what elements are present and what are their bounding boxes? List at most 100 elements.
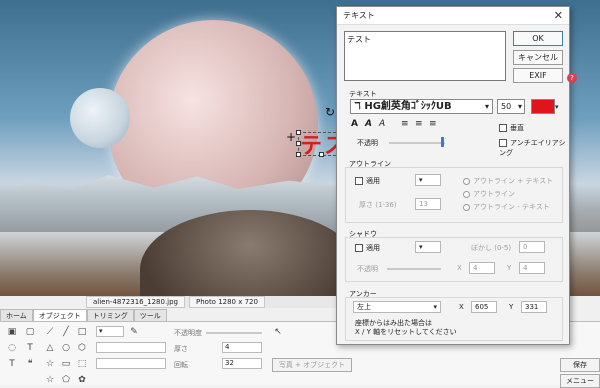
status-bar: alien-4872316_1280.jpg Photo 1280 x 720 <box>86 296 346 308</box>
rotation-label: 回転 <box>174 361 188 369</box>
outline-option-1: アウトライン + テキスト <box>473 177 554 185</box>
close-icon[interactable]: ✕ <box>554 7 563 25</box>
shadow-apply-checkbox[interactable]: 適用 <box>355 243 380 253</box>
outline-radio-3[interactable]: アウトライン - テキスト <box>463 202 550 212</box>
pentagon-icon[interactable]: ⬠ <box>60 374 72 386</box>
eyedropper-icon[interactable]: ✎ <box>128 326 140 338</box>
status-filename: alien-4872316_1280.jpg <box>86 296 185 308</box>
tab-home[interactable]: ホーム <box>0 309 33 321</box>
frame-icon[interactable]: ▢ <box>24 326 36 338</box>
shadow-color-select[interactable]: ▾ <box>415 241 441 253</box>
shadow-opacity-label: 不透明 <box>357 265 378 273</box>
tab-trimming[interactable]: トリミング <box>86 309 134 321</box>
status-photo-info: Photo 1280 x 720 <box>189 296 265 308</box>
italic-light-button[interactable]: A <box>379 119 385 129</box>
menu-button[interactable]: メニュー <box>560 374 600 388</box>
note-icon[interactable]: ▭ <box>60 358 72 370</box>
style-dropdown-2[interactable] <box>96 358 166 369</box>
blur-label: ぼかし (0-5) <box>471 244 512 252</box>
line-icon[interactable]: ╱ <box>60 326 72 338</box>
save-button[interactable]: 保存 <box>560 358 600 372</box>
font-size-value: 50 <box>501 102 512 111</box>
outline-apply-checkbox[interactable]: 適用 <box>355 176 380 186</box>
font-icon: ℸ <box>354 101 365 112</box>
exif-button[interactable]: EXIF <box>513 68 563 83</box>
outline-apply-label: 適用 <box>366 177 380 185</box>
cancel-button[interactable]: キャンセル <box>513 50 563 65</box>
text-icon[interactable]: T <box>24 342 36 354</box>
rect-icon[interactable]: □ <box>76 326 88 338</box>
text-opacity-label: 不透明 <box>357 139 378 147</box>
tab-object[interactable]: オブジェクト <box>32 309 87 321</box>
vertical-label: 垂直 <box>510 124 524 132</box>
crosshair-icon: + <box>286 130 297 144</box>
dialog-title-text: テキスト <box>343 11 375 20</box>
tab-tools[interactable]: ツール <box>133 309 167 321</box>
outline-radio-1[interactable]: アウトライン + テキスト <box>463 176 553 186</box>
anchor-y-input[interactable]: 331 <box>521 301 547 313</box>
line-select-icon[interactable]: ⟋ <box>44 326 56 338</box>
outline-option-3: アウトライン - テキスト <box>473 203 550 211</box>
ok-button[interactable]: OK <box>513 31 563 46</box>
cursor-icon[interactable]: ↖ <box>272 326 284 338</box>
resize-handle[interactable] <box>296 141 301 146</box>
quote-icon[interactable]: ❝ <box>24 358 36 370</box>
hexagon-icon[interactable]: ⬡ <box>76 342 88 354</box>
panel-tabs: ホーム オブジェクト トリミング ツール <box>0 309 167 321</box>
triangle-icon[interactable]: △ <box>44 342 56 354</box>
anchor-x-input[interactable]: 605 <box>471 301 497 313</box>
speech-icon[interactable]: ◌ <box>6 342 18 354</box>
align-left-icon[interactable]: ≡ <box>401 119 409 129</box>
anchor-select[interactable]: 左上 ▾ <box>353 301 441 313</box>
outline-radio-2[interactable]: アウトライン <box>463 189 515 199</box>
help-icon[interactable]: ? <box>567 73 577 83</box>
outline-color-select[interactable]: ▾ <box>415 174 441 186</box>
flower-icon[interactable]: ✿ <box>76 374 88 386</box>
shadow-opacity-slider[interactable] <box>387 268 441 270</box>
blur-input[interactable]: 0 <box>519 241 545 253</box>
shadow-apply-label: 適用 <box>366 244 380 252</box>
anchor-note: 座標からはみ出た場合は X / Y 軸をリセットしてください <box>355 319 457 336</box>
anchor-x-label: X <box>459 303 464 311</box>
text-input[interactable]: テスト <box>344 31 506 81</box>
shadow-x-label: X <box>457 264 462 272</box>
opacity-slider[interactable] <box>206 332 262 334</box>
vertical-checkbox[interactable]: 垂直 <box>499 123 524 133</box>
image-icon[interactable]: ▣ <box>6 326 18 338</box>
antialias-checkbox[interactable]: アンチエイリアシング <box>499 138 569 158</box>
resize-handle[interactable] <box>319 152 324 157</box>
star-outline-icon[interactable]: ☆ <box>44 374 56 386</box>
align-center-icon[interactable]: ≡ <box>415 119 423 129</box>
rotation-input[interactable]: 32 <box>222 358 262 369</box>
color-dropdown-icon[interactable]: ▾ <box>555 103 559 111</box>
circle-icon[interactable]: ○ <box>60 342 72 354</box>
shadow-y-label: Y <box>507 264 512 272</box>
font-size-select[interactable]: 50 ▾ <box>497 99 525 114</box>
text-opacity-slider[interactable] <box>389 142 445 144</box>
resize-handle[interactable] <box>296 130 301 135</box>
italic-button[interactable]: A <box>365 119 372 129</box>
text-opacity-thumb[interactable] <box>441 137 444 147</box>
color-dropdown[interactable]: ▾ <box>96 326 124 337</box>
outline-thickness-label: 厚さ (1-36) <box>359 201 397 209</box>
thickness-input[interactable]: 4 <box>222 342 262 353</box>
rotate-handle-icon[interactable]: ↻ <box>325 105 335 119</box>
shadow-y-input[interactable]: 4 <box>519 262 545 274</box>
align-right-icon[interactable]: ≡ <box>429 119 437 129</box>
style-dropdown[interactable] <box>96 342 166 353</box>
text-dialog: テキスト ✕ テスト OK キャンセル EXIF ? テキスト ℸ HG創英角ｺ… <box>336 6 577 345</box>
antialias-label: アンチエイリアシング <box>499 139 566 157</box>
vertical-text-icon[interactable]: T <box>6 358 18 370</box>
anchor-y-label: Y <box>509 303 514 311</box>
planet-small <box>70 88 130 148</box>
chevron-down-icon: ▾ <box>484 102 489 111</box>
star-icon[interactable]: ☆ <box>44 358 56 370</box>
shadow-x-input[interactable]: 4 <box>469 262 495 274</box>
font-select[interactable]: ℸ HG創英角ｺﾞｼｯｸUB ▾ <box>350 99 493 114</box>
bold-button[interactable]: A <box>351 119 358 129</box>
photo-object-button[interactable]: 写真 + オブジェクト <box>272 358 352 372</box>
resize-handle[interactable] <box>296 152 301 157</box>
dotted-rect-icon[interactable]: ⬚ <box>76 358 88 370</box>
outline-thickness-input[interactable]: 13 <box>415 198 441 210</box>
text-color-swatch[interactable] <box>531 99 555 114</box>
